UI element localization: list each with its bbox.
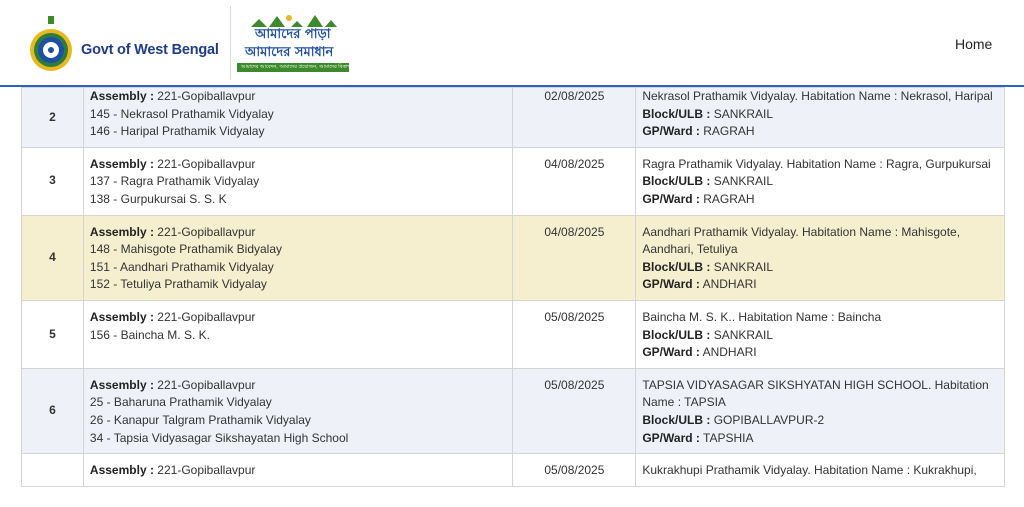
polling-station-item: 148 - Mahisgote Prathamik Bidyalay	[89, 242, 283, 257]
assembly-label: Assembly :	[89, 156, 154, 171]
block-label: Block/ULB :	[642, 106, 711, 121]
polling-station-item: 146 - Haripal Prathamik Vidyalay	[89, 124, 265, 139]
assembly-label: Assembly :	[89, 463, 154, 478]
brand-tagline: আমাদের আবেদন, আমাদের প্রয়োজন, আমাদের বি…	[241, 64, 351, 70]
camp-location-cell: Kukrakhupi Prathamik Vidyalay. Habitatio…	[635, 453, 1005, 487]
header-divider	[230, 6, 231, 80]
camp-location-cell: Aandhari Prathamik Vidyalay. Habitation …	[635, 214, 1005, 301]
block-value: SANKRAIL	[713, 259, 774, 274]
gp-label: GP/Ward :	[642, 191, 700, 206]
table-row: 5 Assembly : 221-Gopiballavpur 156 - Bainc…	[21, 299, 1005, 369]
amader-para-logo[interactable]: আমাদের পাড়া আমাদের সমাধান আমাদের আবেদন,…	[237, 13, 351, 73]
row-serial-number	[21, 453, 84, 487]
polling-station-item: 137 - Ragra Prathamik Vidyalay	[89, 174, 260, 189]
polling-station-item: 25 - Baharuna Prathamik Vidyalay	[89, 395, 272, 410]
camp-date-cell: 04/08/2025	[512, 146, 637, 216]
block-label: Block/ULB :	[642, 259, 711, 274]
row-serial-number: 2	[21, 87, 84, 148]
camp-date-cell: 05/08/2025	[512, 367, 637, 455]
row-serial-number: 6	[21, 367, 84, 455]
block-value: SANKRAIL	[713, 106, 774, 121]
venue-cell: Assembly : 221-Gopiballavpur 156 - Bainch…	[82, 299, 514, 369]
block-label: Block/ULB :	[642, 412, 711, 427]
assembly-value: 221-Gopiballavpur	[157, 463, 256, 478]
camp-date-cell: 05/08/2025	[512, 453, 637, 487]
block-label: Block/ULB :	[642, 327, 711, 342]
assembly-label: Assembly :	[89, 377, 154, 392]
row-serial-number: 5	[21, 299, 84, 369]
camp-date-cell: 04/08/2025	[512, 214, 637, 301]
assembly-value: 221-Gopiballavpur	[157, 224, 256, 239]
polling-station-item: 26 - Kanapur Talgram Prathamik Vidyalay	[89, 412, 311, 427]
gp-value: ANDHARI	[702, 277, 757, 292]
polling-station-item: 152 - Tetuliya Prathamik Vidyalay	[89, 277, 267, 292]
block-value: SANKRAIL	[713, 327, 774, 342]
venue-cell: Assembly : 221-Gopiballavpur 25 - Baharun…	[82, 367, 514, 455]
gp-label: GP/Ward :	[642, 277, 700, 292]
west-bengal-emblem-icon[interactable]	[28, 14, 74, 74]
gp-label: GP/Ward :	[642, 430, 700, 445]
gp-label: GP/Ward :	[642, 124, 700, 139]
table-row: 2 Assembly : 221-Gopiballavpur 145 - Nekra…	[21, 87, 1005, 148]
row-serial-number: 4	[21, 214, 84, 301]
table-row: 3 Assembly : 221-Gopiballavpur 137 - Ragra…	[21, 146, 1005, 216]
row-serial-number: 3	[21, 146, 84, 216]
assembly-value: 221-Gopiballavpur	[157, 309, 256, 324]
gp-value: TAPSHIA	[703, 430, 754, 445]
nav-home-link[interactable]: Home	[955, 36, 992, 52]
gp-value: RAGRAH	[703, 191, 755, 206]
polling-station-item: 138 - Gurpukursai S. S. K	[89, 191, 227, 206]
gov-title: Govt of West Bengal	[81, 42, 219, 58]
block-value: GOPIBALLAVPUR-2	[713, 412, 825, 427]
assembly-label: Assembly :	[89, 224, 154, 239]
camp-location-cell: TAPSIA VIDYASAGAR SIKSHYATAN HIGH SCHOOL…	[635, 367, 1005, 455]
habitation-text: Baincha M. S. K.. Habitation Name : Bain…	[642, 309, 882, 324]
site-header: Govt of West Bengal আমাদের পাড়া আমাদের …	[0, 0, 1024, 87]
venue-cell: Assembly : 221-Gopiballavpur	[82, 453, 514, 487]
block-value: SANKRAIL	[713, 174, 774, 189]
camp-date-cell: 05/08/2025	[512, 299, 637, 369]
polling-station-item: 145 - Nekrasol Prathamik Vidyalay	[89, 106, 274, 121]
habitation-text: Nekrasol Prathamik Vidyalay. Habitation …	[642, 89, 993, 103]
camp-schedule-table: 2 Assembly : 221-Gopiballavpur 145 - Nekra…	[21, 87, 1005, 487]
table-row: Assembly : 221-Gopiballavpur 05/08/2025 Ku…	[21, 453, 1005, 487]
assembly-label: Assembly :	[89, 309, 154, 324]
venue-cell: Assembly : 221-Gopiballavpur 148 - Mahisg…	[82, 214, 514, 301]
habitation-text: Ragra Prathamik Vidyalay. Habitation Nam…	[642, 156, 991, 171]
polling-station-item: 151 - Aandhari Prathamik Vidyalay	[89, 259, 274, 274]
assembly-value: 221-Gopiballavpur	[157, 156, 256, 171]
assembly-value: 221-Gopiballavpur	[157, 89, 256, 103]
assembly-value: 221-Gopiballavpur	[157, 377, 256, 392]
brand-title-line2: আমাদের সমাধান	[245, 45, 334, 60]
block-label: Block/ULB :	[642, 174, 711, 189]
table-row: 4 Assembly : 221-Gopiballavpur 148 - Mahis…	[21, 214, 1005, 301]
assembly-label: Assembly :	[89, 89, 154, 103]
venue-cell: Assembly : 221-Gopiballavpur 145 - Nekras…	[82, 87, 514, 148]
polling-station-item: 156 - Baincha M. S. K.	[89, 327, 210, 342]
camp-date-cell: 02/08/2025	[512, 87, 637, 148]
habitation-text: TAPSIA VIDYASAGAR SIKSHYATAN HIGH SCHOOL…	[642, 377, 989, 410]
gp-value: ANDHARI	[702, 345, 757, 360]
polling-station-item: 34 - Tapsia Vidyasagar Sikshayatan High …	[89, 430, 349, 445]
camp-location-cell: Baincha M. S. K.. Habitation Name : Bain…	[635, 299, 1005, 369]
habitation-text: Aandhari Prathamik Vidyalay. Habitation …	[642, 224, 961, 257]
camp-location-cell: Nekrasol Prathamik Vidyalay. Habitation …	[635, 87, 1005, 148]
table-row: 6 Assembly : 221-Gopiballavpur 25 - Baharu…	[21, 367, 1005, 455]
camp-location-cell: Ragra Prathamik Vidyalay. Habitation Nam…	[635, 146, 1005, 216]
venue-cell: Assembly : 221-Gopiballavpur 137 - Ragra …	[82, 146, 514, 216]
gp-label: GP/Ward :	[642, 345, 700, 360]
habitation-text: Kukrakhupi Prathamik Vidyalay. Habitatio…	[642, 463, 977, 478]
gp-value: RAGRAH	[703, 124, 755, 139]
